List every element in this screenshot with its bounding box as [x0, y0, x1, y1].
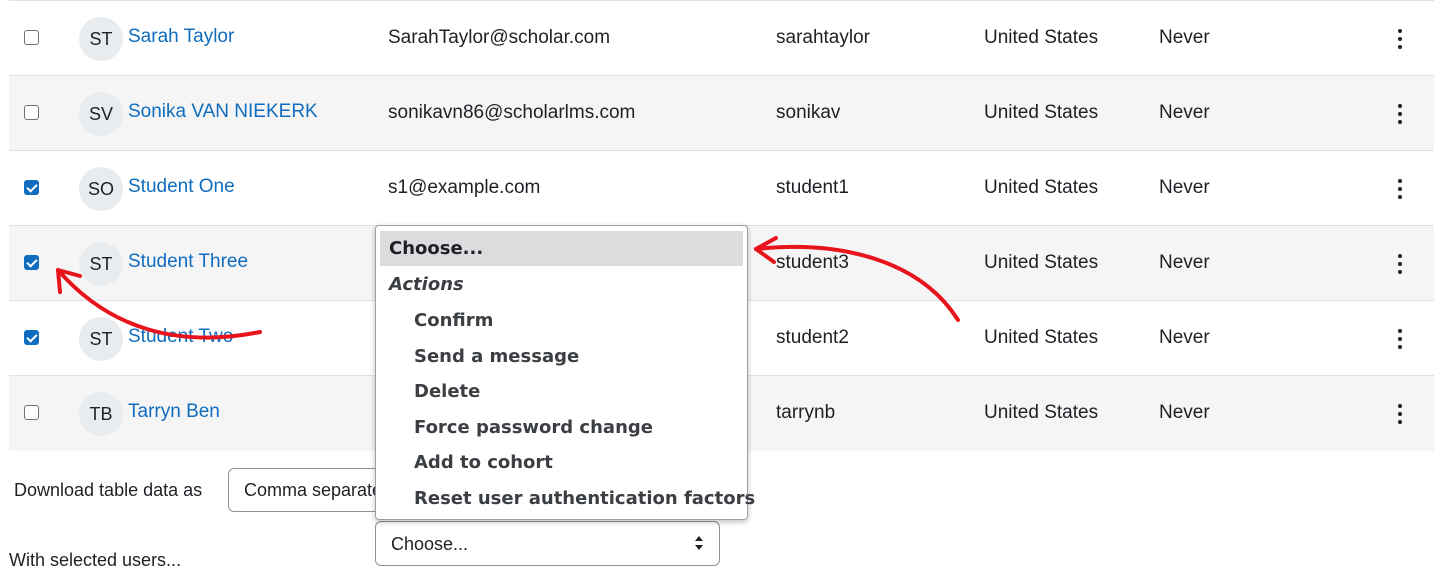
- kebab-menu-icon[interactable]: [1392, 250, 1408, 278]
- row-select-checkbox[interactable]: [24, 405, 39, 420]
- avatar: ST: [79, 317, 123, 361]
- username-cell: student2: [776, 327, 849, 348]
- country-cell: United States: [984, 102, 1099, 123]
- country-cell: United States: [984, 177, 1099, 198]
- bulk-action-value: Choose...: [391, 534, 469, 554]
- username-cell: student3: [776, 252, 849, 273]
- email-cell: SarahTaylor@scholar.com: [388, 27, 611, 48]
- username-cell: sarahtaylor: [776, 27, 870, 48]
- user-name-link[interactable]: Student Two: [128, 326, 233, 348]
- table-row: SO Student One s1@example.com student1 U…: [9, 150, 1434, 225]
- dropdown-option-delete[interactable]: Delete: [414, 381, 480, 402]
- download-label: Download table data as: [14, 480, 203, 500]
- row-select-checkbox[interactable]: [24, 255, 39, 270]
- row-select-checkbox[interactable]: [24, 105, 39, 120]
- avatar: TB: [79, 392, 123, 436]
- kebab-menu-icon[interactable]: [1392, 175, 1408, 203]
- dropdown-option-send-message[interactable]: Send a message: [414, 346, 579, 367]
- user-name-link[interactable]: Student One: [128, 176, 235, 198]
- dropdown-option-reset-auth-factors[interactable]: Reset user authentication factors: [414, 488, 755, 509]
- dropdown-group-label: Actions: [389, 274, 464, 295]
- kebab-menu-icon[interactable]: [1392, 400, 1408, 428]
- country-cell: United States: [984, 252, 1099, 273]
- avatar: ST: [79, 17, 123, 61]
- sort-caret-icon: [695, 536, 703, 550]
- user-name-link[interactable]: Sonika VAN NIEKERK: [128, 101, 318, 123]
- user-name-link[interactable]: Tarryn Ben: [128, 401, 220, 423]
- row-select-checkbox[interactable]: [24, 180, 39, 195]
- kebab-menu-icon[interactable]: [1392, 325, 1408, 353]
- country-cell: United States: [984, 27, 1099, 48]
- last-access-cell: Never: [1159, 402, 1210, 423]
- user-name-link[interactable]: Student Three: [128, 251, 248, 273]
- avatar: SO: [79, 167, 123, 211]
- username-cell: sonikav: [776, 102, 841, 123]
- country-cell: United States: [984, 402, 1099, 423]
- username-cell: tarrynb: [776, 402, 836, 423]
- dropdown-option-add-to-cohort[interactable]: Add to cohort: [414, 452, 553, 473]
- username-cell: student1: [776, 177, 849, 198]
- last-access-cell: Never: [1159, 252, 1210, 273]
- user-name-link[interactable]: Sarah Taylor: [128, 26, 234, 48]
- table-row: SV Sonika VAN NIEKERK sonikavn86@scholar…: [9, 75, 1434, 150]
- row-select-checkbox[interactable]: [24, 30, 39, 45]
- bulk-action-select[interactable]: Choose...: [375, 521, 720, 566]
- table-row: ST Sarah Taylor SarahTaylor@scholar.com …: [9, 0, 1434, 75]
- bulk-action-label: With selected users...: [9, 550, 182, 570]
- email-cell: sonikavn86@scholarlms.com: [388, 102, 636, 123]
- country-cell: United States: [984, 327, 1099, 348]
- kebab-menu-icon[interactable]: [1392, 100, 1408, 128]
- dropdown-option-confirm[interactable]: Confirm: [414, 310, 493, 331]
- bulk-action-dropdown: Choose... Actions Confirm Send a message…: [375, 225, 755, 520]
- last-access-cell: Never: [1159, 102, 1210, 123]
- last-access-cell: Never: [1159, 177, 1210, 198]
- dropdown-option-force-password-change[interactable]: Force password change: [414, 417, 653, 438]
- last-access-cell: Never: [1159, 27, 1210, 48]
- avatar: SV: [79, 92, 123, 136]
- kebab-menu-icon[interactable]: [1392, 25, 1408, 53]
- avatar: ST: [79, 242, 123, 286]
- last-access-cell: Never: [1159, 327, 1210, 348]
- email-cell: s1@example.com: [388, 177, 541, 198]
- dropdown-option-choose[interactable]: Choose...: [380, 231, 743, 266]
- row-select-checkbox[interactable]: [24, 330, 39, 345]
